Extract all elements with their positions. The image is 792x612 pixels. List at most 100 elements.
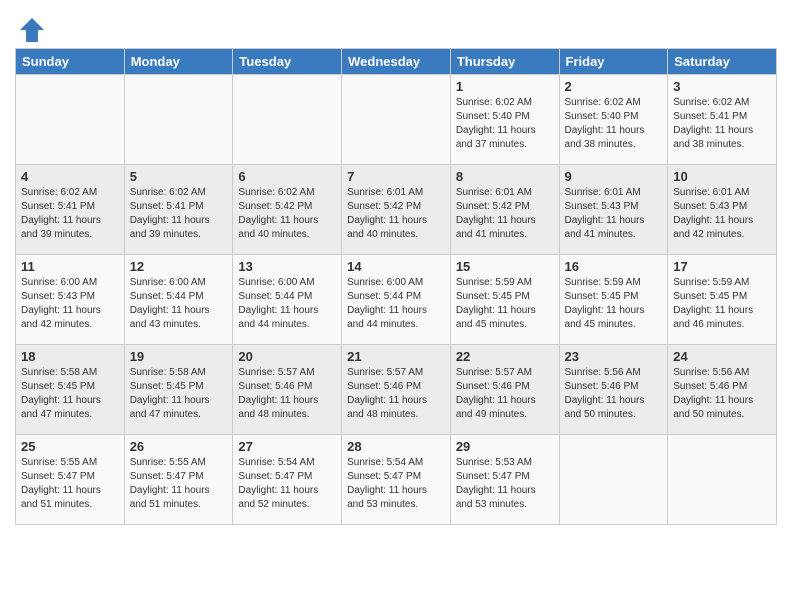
calendar-cell: 4 Sunrise: 6:02 AM Sunset: 5:41 PM Daylig… — [16, 165, 125, 255]
page-header — [15, 10, 777, 44]
cell-info: Sunrise: 5:58 AM Sunset: 5:45 PM Dayligh… — [21, 366, 119, 422]
calendar-cell: 16 Sunrise: 5:59 AM Sunset: 5:45 PM Dayli… — [559, 255, 668, 345]
day-number: 24 — [673, 349, 771, 364]
cell-info: Sunrise: 6:02 AM Sunset: 5:42 PM Dayligh… — [238, 186, 336, 242]
calendar-cell: 20 Sunrise: 5:57 AM Sunset: 5:46 PM Dayli… — [233, 345, 342, 435]
day-number: 20 — [238, 349, 336, 364]
cell-info: Sunrise: 5:55 AM Sunset: 5:47 PM Dayligh… — [130, 456, 228, 512]
cell-info: Sunrise: 6:01 AM Sunset: 5:43 PM Dayligh… — [565, 186, 663, 242]
calendar-cell: 12Sunrise: 6:00 AM Sunset: 5:44 PM Dayli… — [124, 255, 233, 345]
calendar-week-5: 25 Sunrise: 5:55 AM Sunset: 5:47 PM Dayli… — [16, 435, 777, 525]
calendar-cell: 27 Sunrise: 5:54 AM Sunset: 5:47 PM Dayli… — [233, 435, 342, 525]
cell-info: Sunrise: 5:57 AM Sunset: 5:46 PM Dayligh… — [238, 366, 336, 422]
calendar-header-saturday: Saturday — [668, 49, 777, 75]
day-number: 12 — [130, 259, 228, 274]
day-number: 25 — [21, 439, 119, 454]
cell-info: Sunrise: 6:02 AM Sunset: 5:40 PM Dayligh… — [456, 96, 554, 152]
calendar-cell: 8Sunrise: 6:01 AM Sunset: 5:42 PM Daylig… — [450, 165, 559, 255]
calendar-cell: 17 Sunrise: 5:59 AM Sunset: 5:45 PM Dayli… — [668, 255, 777, 345]
cell-info: Sunrise: 5:54 AM Sunset: 5:47 PM Dayligh… — [347, 456, 445, 512]
calendar-cell: 3 Sunrise: 6:02 AM Sunset: 5:41 PM Daylig… — [668, 75, 777, 165]
calendar-cell: 26 Sunrise: 5:55 AM Sunset: 5:47 PM Dayli… — [124, 435, 233, 525]
calendar-header-sunday: Sunday — [16, 49, 125, 75]
calendar-cell: 10 Sunrise: 6:01 AM Sunset: 5:43 PM Dayli… — [668, 165, 777, 255]
day-number: 23 — [565, 349, 663, 364]
calendar-cell — [559, 435, 668, 525]
day-number: 6 — [238, 169, 336, 184]
calendar-table: SundayMondayTuesdayWednesdayThursdayFrid… — [15, 48, 777, 525]
calendar-week-1: 1 Sunrise: 6:02 AM Sunset: 5:40 PM Daylig… — [16, 75, 777, 165]
calendar-cell: 23 Sunrise: 5:56 AM Sunset: 5:46 PM Dayli… — [559, 345, 668, 435]
cell-info: Sunrise: 6:00 AM Sunset: 5:43 PM Dayligh… — [21, 276, 119, 332]
calendar-header-friday: Friday — [559, 49, 668, 75]
calendar-header-thursday: Thursday — [450, 49, 559, 75]
calendar-cell — [668, 435, 777, 525]
day-number: 2 — [565, 79, 663, 94]
calendar-cell: 1 Sunrise: 6:02 AM Sunset: 5:40 PM Daylig… — [450, 75, 559, 165]
calendar-cell: 22Sunrise: 5:57 AM Sunset: 5:46 PM Dayli… — [450, 345, 559, 435]
day-number: 15 — [456, 259, 554, 274]
day-number: 16 — [565, 259, 663, 274]
day-number: 22 — [456, 349, 554, 364]
cell-info: Sunrise: 6:01 AM Sunset: 5:43 PM Dayligh… — [673, 186, 771, 242]
cell-info: Sunrise: 5:57 AM Sunset: 5:46 PM Dayligh… — [347, 366, 445, 422]
day-number: 11 — [21, 259, 119, 274]
calendar-header-tuesday: Tuesday — [233, 49, 342, 75]
calendar-header-row: SundayMondayTuesdayWednesdayThursdayFrid… — [16, 49, 777, 75]
calendar-cell: 15 Sunrise: 5:59 AM Sunset: 5:45 PM Dayli… — [450, 255, 559, 345]
calendar-cell: 11 Sunrise: 6:00 AM Sunset: 5:43 PM Dayli… — [16, 255, 125, 345]
calendar-cell: 19 Sunrise: 5:58 AM Sunset: 5:45 PM Dayli… — [124, 345, 233, 435]
cell-info: Sunrise: 5:59 AM Sunset: 5:45 PM Dayligh… — [565, 276, 663, 332]
calendar-cell: 29Sunrise: 5:53 AM Sunset: 5:47 PM Dayli… — [450, 435, 559, 525]
calendar-cell: 13 Sunrise: 6:00 AM Sunset: 5:44 PM Dayli… — [233, 255, 342, 345]
calendar-cell: 24Sunrise: 5:56 AM Sunset: 5:46 PM Dayli… — [668, 345, 777, 435]
day-number: 4 — [21, 169, 119, 184]
calendar-cell: 2 Sunrise: 6:02 AM Sunset: 5:40 PM Daylig… — [559, 75, 668, 165]
day-number: 19 — [130, 349, 228, 364]
day-number: 28 — [347, 439, 445, 454]
day-number: 17 — [673, 259, 771, 274]
calendar-cell — [233, 75, 342, 165]
cell-info: Sunrise: 6:00 AM Sunset: 5:44 PM Dayligh… — [238, 276, 336, 332]
calendar-cell — [124, 75, 233, 165]
day-number: 3 — [673, 79, 771, 94]
calendar-cell: 5Sunrise: 6:02 AM Sunset: 5:41 PM Daylig… — [124, 165, 233, 255]
cell-info: Sunrise: 5:56 AM Sunset: 5:46 PM Dayligh… — [565, 366, 663, 422]
cell-info: Sunrise: 5:55 AM Sunset: 5:47 PM Dayligh… — [21, 456, 119, 512]
cell-info: Sunrise: 6:02 AM Sunset: 5:41 PM Dayligh… — [21, 186, 119, 242]
day-number: 21 — [347, 349, 445, 364]
cell-info: Sunrise: 5:54 AM Sunset: 5:47 PM Dayligh… — [238, 456, 336, 512]
day-number: 1 — [456, 79, 554, 94]
day-number: 14 — [347, 259, 445, 274]
day-number: 9 — [565, 169, 663, 184]
cell-info: Sunrise: 6:00 AM Sunset: 5:44 PM Dayligh… — [347, 276, 445, 332]
cell-info: Sunrise: 6:02 AM Sunset: 5:40 PM Dayligh… — [565, 96, 663, 152]
logo-icon — [18, 16, 46, 44]
cell-info: Sunrise: 5:58 AM Sunset: 5:45 PM Dayligh… — [130, 366, 228, 422]
calendar-cell: 6 Sunrise: 6:02 AM Sunset: 5:42 PM Daylig… — [233, 165, 342, 255]
day-number: 27 — [238, 439, 336, 454]
calendar-week-2: 4 Sunrise: 6:02 AM Sunset: 5:41 PM Daylig… — [16, 165, 777, 255]
calendar-header-wednesday: Wednesday — [342, 49, 451, 75]
calendar-cell: 14 Sunrise: 6:00 AM Sunset: 5:44 PM Dayli… — [342, 255, 451, 345]
day-number: 29 — [456, 439, 554, 454]
calendar-cell: 25 Sunrise: 5:55 AM Sunset: 5:47 PM Dayli… — [16, 435, 125, 525]
day-number: 10 — [673, 169, 771, 184]
cell-info: Sunrise: 5:59 AM Sunset: 5:45 PM Dayligh… — [673, 276, 771, 332]
logo — [15, 16, 46, 44]
cell-info: Sunrise: 5:59 AM Sunset: 5:45 PM Dayligh… — [456, 276, 554, 332]
day-number: 26 — [130, 439, 228, 454]
day-number: 13 — [238, 259, 336, 274]
calendar-week-3: 11 Sunrise: 6:00 AM Sunset: 5:43 PM Dayli… — [16, 255, 777, 345]
cell-info: Sunrise: 6:01 AM Sunset: 5:42 PM Dayligh… — [347, 186, 445, 242]
calendar-body: 1 Sunrise: 6:02 AM Sunset: 5:40 PM Daylig… — [16, 75, 777, 525]
cell-info: Sunrise: 6:02 AM Sunset: 5:41 PM Dayligh… — [673, 96, 771, 152]
cell-info: Sunrise: 6:02 AM Sunset: 5:41 PM Dayligh… — [130, 186, 228, 242]
calendar-cell — [342, 75, 451, 165]
day-number: 8 — [456, 169, 554, 184]
calendar-week-4: 18Sunrise: 5:58 AM Sunset: 5:45 PM Dayli… — [16, 345, 777, 435]
calendar-cell: 9 Sunrise: 6:01 AM Sunset: 5:43 PM Daylig… — [559, 165, 668, 255]
calendar-cell: 21 Sunrise: 5:57 AM Sunset: 5:46 PM Dayli… — [342, 345, 451, 435]
day-number: 7 — [347, 169, 445, 184]
calendar-cell: 7 Sunrise: 6:01 AM Sunset: 5:42 PM Daylig… — [342, 165, 451, 255]
